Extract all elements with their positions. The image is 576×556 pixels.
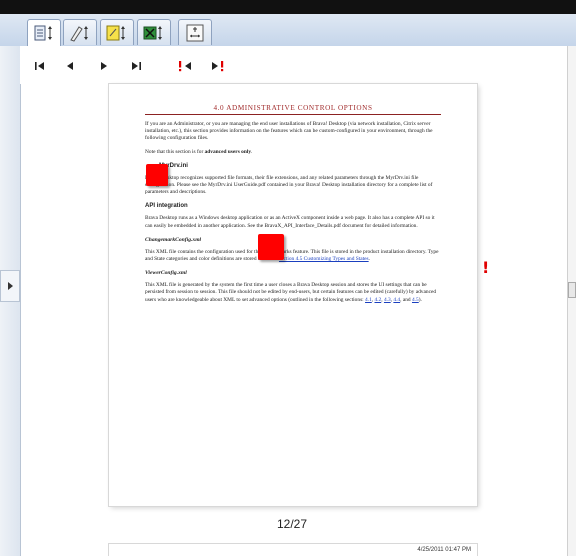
previous-page-button[interactable] bbox=[62, 58, 78, 74]
last-page-icon bbox=[132, 62, 141, 70]
chevron-right-icon bbox=[8, 282, 13, 290]
section-link[interactable]: 4.1 bbox=[365, 297, 372, 303]
measure-icon bbox=[186, 24, 204, 41]
note-paragraph: Note that this section is for advanced u… bbox=[145, 149, 441, 156]
tab-pen-markup[interactable] bbox=[63, 19, 97, 45]
section-title: 4.0 ADMINISTRATIVE CONTROL OPTIONS bbox=[145, 104, 441, 115]
changemark-heading: ChangemarkConfig.xml bbox=[145, 236, 202, 243]
section-link[interactable]: 4.4 bbox=[393, 297, 400, 303]
next-markup-icon bbox=[212, 61, 224, 72]
sticky-note-icon bbox=[106, 25, 125, 40]
tab-page-layout[interactable] bbox=[27, 19, 61, 46]
myrdrv-heading: MyrDrv.ini bbox=[159, 162, 188, 169]
page-navigation-bar bbox=[20, 46, 576, 84]
stamp-icon bbox=[143, 25, 162, 40]
redline-markup[interactable] bbox=[146, 164, 168, 186]
first-page-icon bbox=[35, 62, 44, 70]
previous-markup-button[interactable] bbox=[178, 58, 194, 74]
tab-stamp[interactable] bbox=[137, 19, 171, 45]
pen-markup-icon bbox=[70, 25, 88, 42]
document-page: 4.0 ADMINISTRATIVE CONTROL OPTIONS If yo… bbox=[109, 84, 477, 506]
note-text: Note that this section is for bbox=[145, 148, 205, 155]
viewerconfig-and: and bbox=[402, 296, 412, 303]
previous-page-icon bbox=[67, 62, 73, 70]
myrdrv-paragraph: Brava! Desktop recognizes supported file… bbox=[145, 174, 433, 196]
viewerconfig-paragraph: This XML file is generated by the system… bbox=[145, 282, 437, 303]
page-datestamp: 4/25/2011 01:47 PM bbox=[417, 547, 471, 553]
note-bold: advanced users only bbox=[204, 148, 252, 155]
last-page-button[interactable] bbox=[128, 58, 144, 74]
customizing-types-link[interactable]: section 4.5 Customizing Types and States bbox=[279, 256, 369, 262]
changemark-paragraph: This XML file contains the configuration… bbox=[145, 249, 441, 263]
section-link[interactable]: 4.2 bbox=[374, 297, 381, 303]
right-scroll-edge bbox=[567, 46, 576, 556]
expand-panel-button[interactable] bbox=[0, 270, 20, 302]
next-page-button[interactable] bbox=[96, 58, 112, 74]
first-page-button[interactable] bbox=[32, 58, 48, 74]
window-top-bar bbox=[0, 0, 576, 14]
api-paragraph: Brava Desktop runs as a Windows desktop … bbox=[145, 215, 435, 229]
next-markup-button[interactable] bbox=[210, 58, 226, 74]
api-heading: API integration bbox=[145, 203, 188, 210]
intro-paragraph: If you are an Administrator, or you are … bbox=[145, 121, 433, 142]
tab-measure[interactable] bbox=[178, 19, 212, 45]
redline-markup[interactable] bbox=[258, 234, 284, 260]
tab-sticky-note[interactable] bbox=[100, 19, 134, 45]
section-link[interactable]: 4.5 bbox=[412, 297, 419, 303]
markup-toolbar bbox=[0, 14, 576, 47]
page-indicator-text: 12/27 bbox=[277, 517, 308, 531]
section-link[interactable]: 4.3 bbox=[384, 297, 391, 303]
changemark-end: . bbox=[368, 256, 370, 263]
page-layout-icon bbox=[34, 25, 52, 41]
note-end: . bbox=[251, 148, 253, 155]
right-panel-handle[interactable] bbox=[568, 282, 576, 298]
viewerconfig-heading: ViewerConfig.xml bbox=[145, 270, 187, 277]
previous-markup-icon bbox=[179, 61, 191, 72]
next-page-icon bbox=[101, 62, 107, 70]
viewerconfig-end: ). bbox=[418, 296, 422, 303]
markup-flag-icon[interactable]: ! bbox=[482, 258, 489, 277]
next-document-page: 4/25/2011 01:47 PM bbox=[109, 544, 477, 556]
